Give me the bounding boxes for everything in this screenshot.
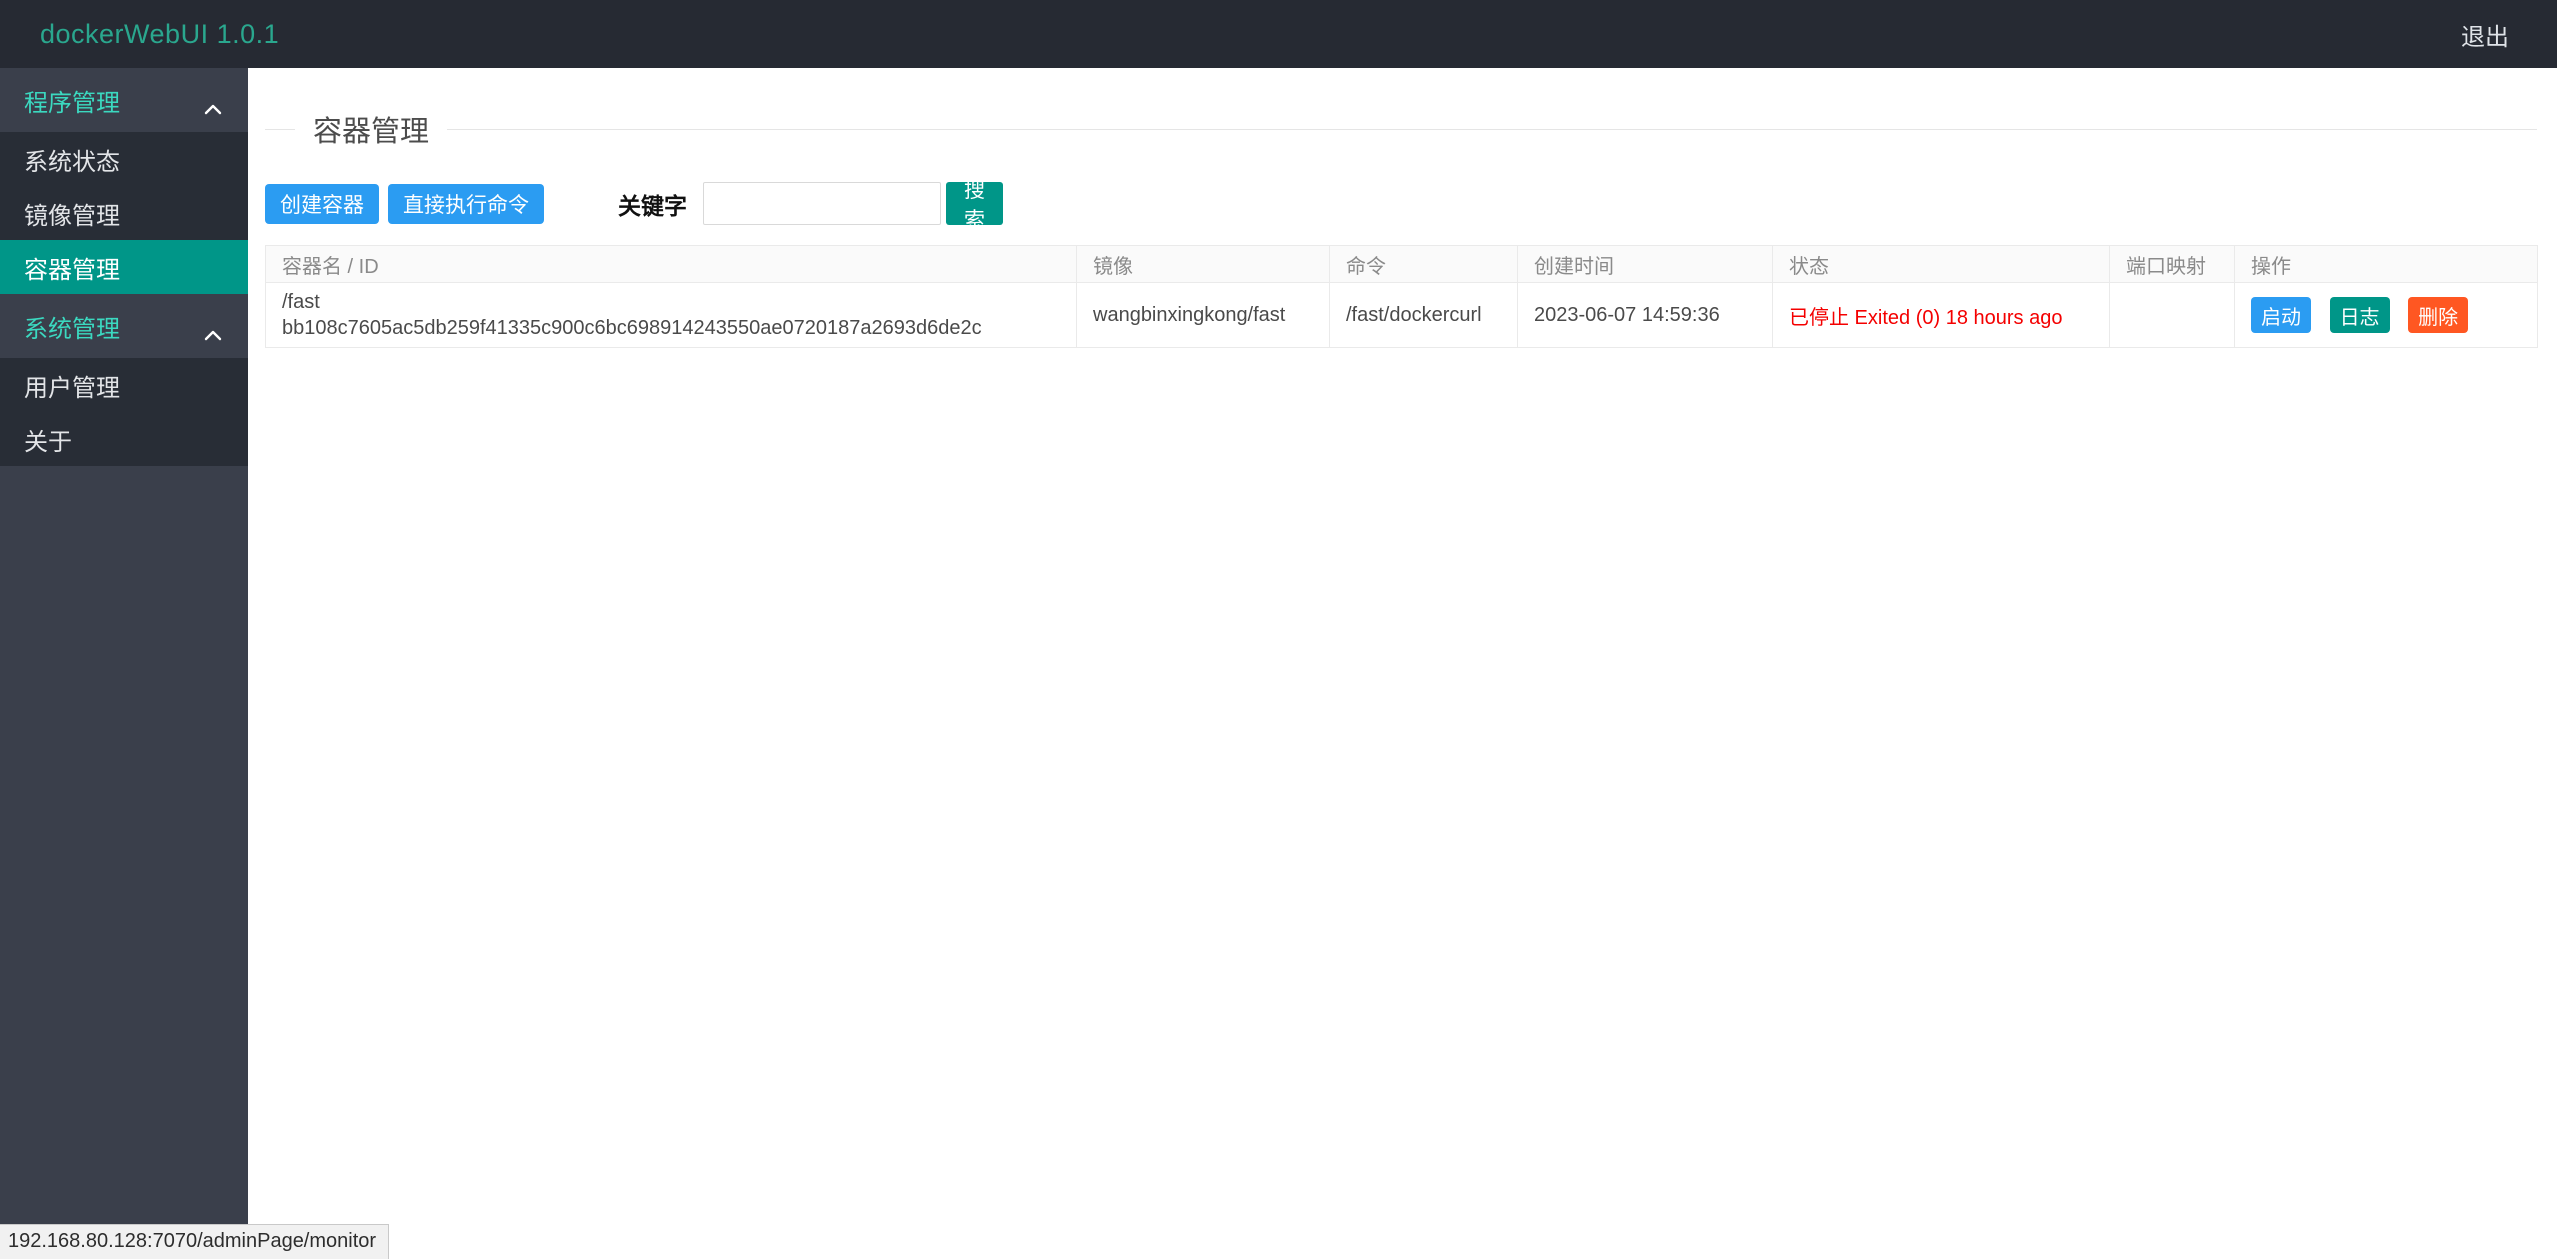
sidebar-item-about[interactable]: 关于 bbox=[0, 412, 248, 466]
sidebar: 程序管理 系统状态 镜像管理 容器管理 系统管理 用户管理 关于 bbox=[0, 68, 248, 1259]
table-row: /fast bb108c7605ac5db259f41335c900c6bc69… bbox=[266, 283, 2538, 348]
delete-button[interactable]: 删除 bbox=[2408, 297, 2468, 333]
sidebar-item-image-management[interactable]: 镜像管理 bbox=[0, 186, 248, 240]
status-cell: 已停止 Exited (0) 18 hours ago bbox=[1773, 283, 2110, 348]
keyword-input[interactable] bbox=[703, 182, 941, 225]
containers-table: 容器名 / ID 镜像 命令 创建时间 状态 端口映射 操作 /fast bb1… bbox=[265, 245, 2538, 348]
submenu-system-management: 用户管理 关于 bbox=[0, 358, 248, 466]
column-header-ports: 端口映射 bbox=[2110, 246, 2235, 283]
sidebar-group-label: 系统管理 bbox=[24, 309, 120, 344]
container-name-cell: /fast bb108c7605ac5db259f41335c900c6bc69… bbox=[266, 283, 1077, 348]
search-button[interactable]: 搜索 bbox=[946, 182, 1003, 225]
sidebar-item-label: 关于 bbox=[24, 422, 72, 457]
container-name: /fast bbox=[282, 289, 1060, 315]
chevron-up-icon bbox=[204, 320, 222, 332]
sidebar-group-system-management[interactable]: 系统管理 bbox=[0, 294, 248, 358]
sidebar-item-label: 容器管理 bbox=[24, 250, 120, 285]
sidebar-group-program-management[interactable]: 程序管理 bbox=[0, 68, 248, 132]
column-header-created: 创建时间 bbox=[1518, 246, 1773, 283]
sidebar-item-container-management[interactable]: 容器管理 bbox=[0, 240, 248, 294]
ports-cell bbox=[2110, 283, 2235, 348]
column-header-actions: 操作 bbox=[2235, 246, 2538, 283]
divider-line bbox=[265, 129, 295, 130]
table-header-row: 容器名 / ID 镜像 命令 创建时间 状态 端口映射 操作 bbox=[266, 246, 2538, 283]
status-url-bar: 192.168.80.128:7070/adminPage/monitor bbox=[0, 1224, 389, 1259]
column-header-name-id: 容器名 / ID bbox=[266, 246, 1077, 283]
sidebar-item-label: 用户管理 bbox=[24, 368, 120, 403]
main-content: 容器管理 创建容器 直接执行命令 关键字 搜索 容器名 / ID 镜像 命令 创… bbox=[248, 68, 2557, 1259]
sidebar-item-system-status[interactable]: 系统状态 bbox=[0, 132, 248, 186]
container-id: bb108c7605ac5db259f41335c900c6bc69891424… bbox=[282, 315, 1060, 341]
title-divider: 容器管理 bbox=[265, 108, 2537, 150]
top-header: dockerWebUI 1.0.1 退出 bbox=[0, 0, 2557, 68]
sidebar-item-label: 镜像管理 bbox=[24, 196, 120, 231]
chevron-up-icon bbox=[204, 94, 222, 106]
logs-button[interactable]: 日志 bbox=[2330, 297, 2390, 333]
column-header-command: 命令 bbox=[1330, 246, 1518, 283]
created-cell: 2023-06-07 14:59:36 bbox=[1518, 283, 1773, 348]
exec-command-button[interactable]: 直接执行命令 bbox=[388, 184, 544, 224]
start-button[interactable]: 启动 bbox=[2251, 297, 2311, 333]
actions-cell: 启动 日志 删除 bbox=[2235, 283, 2538, 348]
command-cell: /fast/dockercurl bbox=[1330, 283, 1518, 348]
sidebar-group-label: 程序管理 bbox=[24, 83, 120, 118]
create-container-button[interactable]: 创建容器 bbox=[265, 184, 379, 224]
page-title: 容器管理 bbox=[295, 108, 447, 150]
column-header-image: 镜像 bbox=[1077, 246, 1330, 283]
sidebar-item-user-management[interactable]: 用户管理 bbox=[0, 358, 248, 412]
keyword-label: 关键字 bbox=[618, 187, 687, 221]
logout-button[interactable]: 退出 bbox=[2461, 17, 2509, 52]
column-header-status: 状态 bbox=[1773, 246, 2110, 283]
status-text: 已停止 Exited (0) 18 hours ago bbox=[1789, 307, 2062, 329]
image-cell: wangbinxingkong/fast bbox=[1077, 283, 1330, 348]
brand-title[interactable]: dockerWebUI 1.0.1 bbox=[40, 19, 279, 50]
toolbar: 创建容器 直接执行命令 关键字 搜索 bbox=[265, 182, 2537, 225]
sidebar-item-label: 系统状态 bbox=[24, 142, 120, 177]
submenu-program-management: 系统状态 镜像管理 容器管理 bbox=[0, 132, 248, 294]
divider-line bbox=[447, 129, 2537, 130]
